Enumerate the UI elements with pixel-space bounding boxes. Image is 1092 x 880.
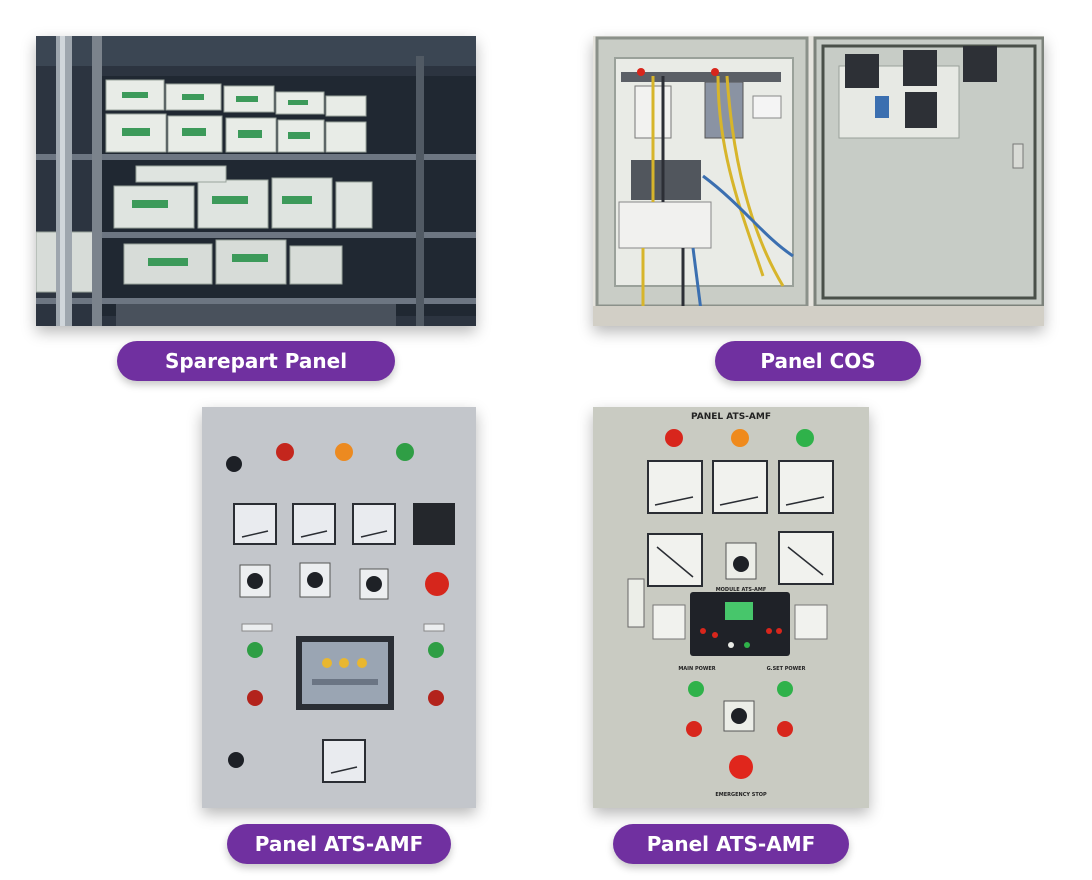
caption-sparepart-panel: Sparepart Panel [117,341,395,381]
main-power-label: MAIN POWER [678,666,715,672]
plate-title: PANEL ATS-AMF [691,412,771,422]
caption-panel-ats-amf-left: Panel ATS-AMF [227,824,451,864]
panel-ats-amf-left-photo [202,407,476,808]
emergency-stop-label: EMERGENCY STOP [715,792,767,798]
lamp-black-icon [226,456,242,472]
caption-panel-cos: Panel COS [715,341,921,381]
genset-power-label: G.SET POWER [767,666,806,672]
panel-ats-amf-right-photo: PANEL ATS-AMF MODULE ATS-AMF MAIN POWER … [593,407,869,808]
panel-cos-photo [593,36,1044,326]
caption-panel-ats-amf-right: Panel ATS-AMF [613,824,849,864]
sparepart-photo [36,36,476,326]
